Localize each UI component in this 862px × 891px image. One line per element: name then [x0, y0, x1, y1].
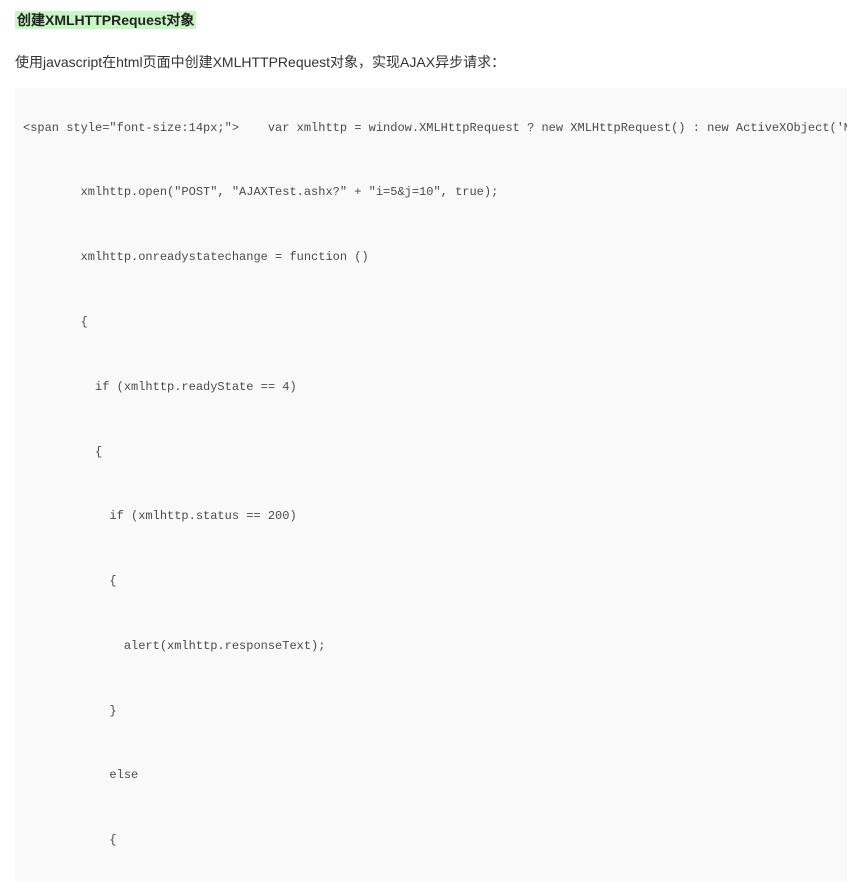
code-block: <span style="font-size:14px;"> var xmlht…: [15, 88, 847, 881]
code-line: {: [23, 830, 847, 852]
code-line: else: [23, 765, 847, 787]
code-line: {: [23, 571, 847, 593]
code-line: if (xmlhttp.status == 200): [23, 506, 847, 528]
code-line: if (xmlhttp.readyState == 4): [23, 377, 847, 399]
section-description: 使用javascript在html页面中创建XMLHTTPRequest对象，实…: [15, 52, 847, 72]
code-line: }: [23, 701, 847, 723]
code-line: <span style="font-size:14px;"> var xmlht…: [23, 118, 847, 140]
section-heading: 创建XMLHTTPRequest对象: [15, 11, 196, 29]
code-line: xmlhttp.onreadystatechange = function (): [23, 247, 847, 269]
code-line: alert(xmlhttp.responseText);: [23, 636, 847, 658]
code-line: xmlhttp.open("POST", "AJAXTest.ashx?" + …: [23, 182, 847, 204]
code-line: {: [23, 312, 847, 334]
code-line: {: [23, 442, 847, 464]
